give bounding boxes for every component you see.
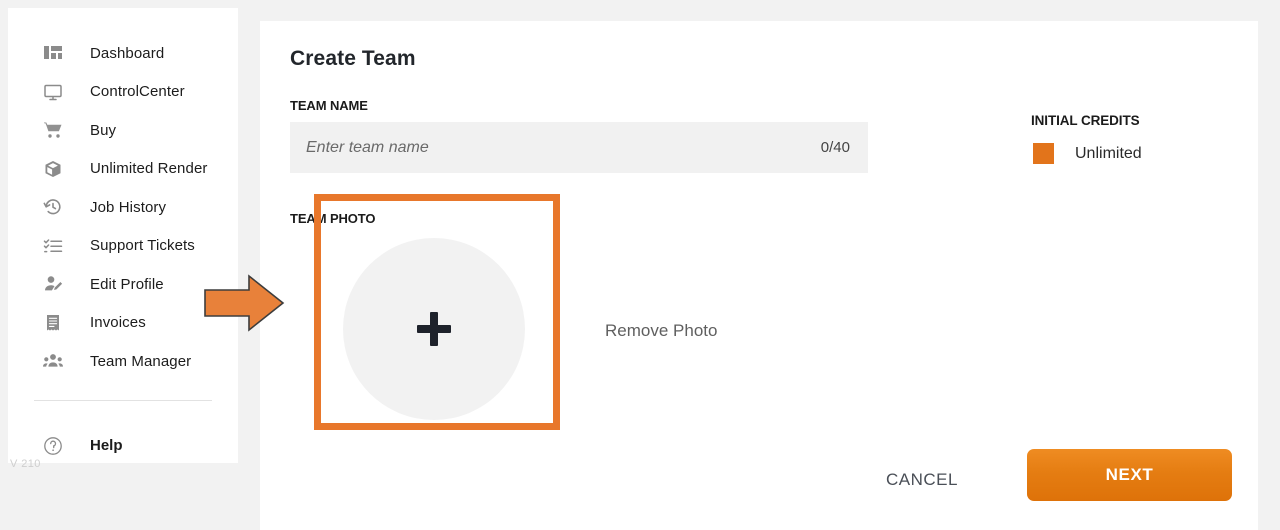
- sidebar-item-job-history[interactable]: Job History: [8, 188, 238, 227]
- sidebar-divider: [34, 399, 212, 401]
- page-title: Create Team: [290, 47, 416, 70]
- sidebar-item-label: Buy: [90, 121, 117, 139]
- shopping-cart-icon: [42, 119, 64, 141]
- sidebar-item-label: Team Manager: [90, 352, 192, 370]
- initial-credits-value: Unlimited: [1075, 144, 1142, 162]
- user-edit-icon: [42, 273, 64, 295]
- sidebar-item-label: Support Tickets: [90, 237, 195, 255]
- dashboard-grid-icon: [42, 42, 64, 64]
- sidebar-item-invoices[interactable]: Invoices: [8, 304, 238, 343]
- sidebar-item-unlimited-render[interactable]: Unlimited Render: [8, 150, 238, 189]
- team-name-input[interactable]: [290, 122, 821, 173]
- sidebar-item-controlcenter[interactable]: ControlCenter: [8, 73, 238, 112]
- sidebar: Dashboard ControlCenter Buy Unlimited Re…: [8, 8, 238, 463]
- sidebar-item-label: Unlimited Render: [90, 160, 208, 178]
- sidebar-item-dashboard[interactable]: Dashboard: [8, 34, 238, 73]
- question-circle-icon: [42, 435, 64, 457]
- cancel-button[interactable]: CANCEL: [886, 470, 958, 490]
- plus-icon: [417, 312, 451, 346]
- initial-credits-label: INITIAL CREDITS: [1031, 113, 1140, 128]
- sidebar-item-label: Dashboard: [90, 44, 165, 62]
- credits-color-swatch: [1033, 143, 1054, 164]
- sidebar-item-help[interactable]: Help: [8, 427, 238, 465]
- sidebar-item-edit-profile[interactable]: Edit Profile: [8, 265, 238, 304]
- create-team-panel: Create Team TEAM NAME 0/40 TEAM PHOTO Re…: [260, 21, 1258, 530]
- sidebar-item-buy[interactable]: Buy: [8, 111, 238, 150]
- sidebar-item-support-tickets[interactable]: Support Tickets: [8, 227, 238, 266]
- sidebar-item-label: Help: [90, 437, 123, 454]
- next-button[interactable]: NEXT: [1027, 449, 1232, 501]
- team-name-label: TEAM NAME: [290, 98, 368, 113]
- remove-photo-button[interactable]: Remove Photo: [605, 321, 717, 341]
- sidebar-item-label: Edit Profile: [90, 275, 164, 293]
- sidebar-item-label: ControlCenter: [90, 83, 185, 101]
- add-photo-button[interactable]: [343, 238, 525, 420]
- sidebar-item-label: Job History: [90, 198, 167, 216]
- sidebar-item-label: Invoices: [90, 314, 146, 332]
- sidebar-item-team-manager[interactable]: Team Manager: [8, 342, 238, 381]
- initial-credits-row: Unlimited: [1033, 143, 1142, 164]
- history-clock-icon: [42, 196, 64, 218]
- team-photo-dropzone[interactable]: [319, 220, 547, 448]
- users-group-icon: [42, 350, 64, 372]
- checklist-icon: [42, 235, 64, 257]
- app-version: V 210: [10, 458, 41, 470]
- invoice-icon: [42, 312, 64, 334]
- box-icon: [42, 158, 64, 180]
- team-name-field[interactable]: 0/40: [290, 122, 868, 173]
- monitor-icon: [42, 81, 64, 103]
- character-counter: 0/40: [820, 139, 850, 156]
